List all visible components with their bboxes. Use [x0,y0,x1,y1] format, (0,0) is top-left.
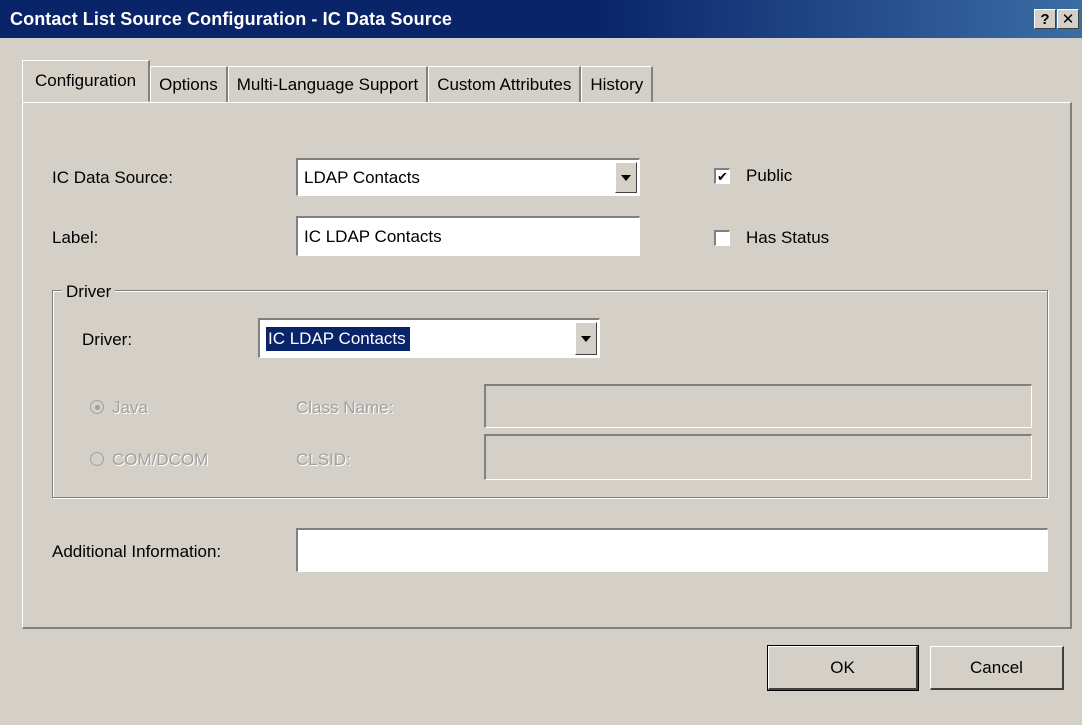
com-dcom-radio [90,452,104,466]
driver-label: Driver: [82,330,133,349]
tab-multi-language-support[interactable]: Multi-Language Support [227,66,429,102]
cancel-button[interactable]: Cancel [930,646,1064,690]
driver-dropdown-button[interactable] [575,322,597,355]
additional-information-label: Additional Information: [52,542,222,561]
driver-group-title: Driver [62,282,116,302]
help-button[interactable]: ? [1034,9,1056,29]
title-bar: Contact List Source Configuration - IC D… [0,0,1082,38]
tab-configuration[interactable]: Configuration [22,60,151,102]
tab-options[interactable]: Options [150,66,228,102]
driver-value: IC LDAP Contacts [266,326,410,351]
com-dcom-label: COM/DCOM [112,450,209,469]
class-name-input [484,384,1032,428]
public-checkbox[interactable]: ✔ [714,168,730,184]
class-name-label: Class Name: [296,398,394,417]
driver-combo[interactable]: IC LDAP Contacts [258,318,600,358]
additional-information-input[interactable] [296,528,1048,572]
java-label: Java [112,398,148,417]
window-title: Contact List Source Configuration - IC D… [10,8,453,29]
ok-button[interactable]: OK [767,645,919,691]
tab-custom-attributes[interactable]: Custom Attributes [428,66,582,102]
public-label: Public [746,166,793,185]
tab-history[interactable]: History [581,66,654,102]
tab-strip: Configuration Options Multi-Language Sup… [22,60,654,102]
label-input[interactable]: IC LDAP Contacts [296,216,640,256]
radio-selected-dot [94,404,100,410]
ic-data-source-value: LDAP Contacts [304,167,420,187]
has-status-label: Has Status [746,228,830,247]
chevron-down-icon [581,335,591,342]
ic-data-source-dropdown-button[interactable] [615,162,637,193]
clsid-label: CLSID: [296,450,351,469]
has-status-checkbox[interactable] [714,230,730,246]
label-label: Label: [52,228,99,247]
java-radio [90,400,104,414]
label-input-value: IC LDAP Contacts [304,226,442,246]
close-button[interactable]: ✕ [1057,9,1079,29]
clsid-input [484,434,1032,480]
ic-data-source-combo[interactable]: LDAP Contacts [296,158,640,196]
ic-data-source-label: IC Data Source: [52,168,173,187]
chevron-down-icon [621,174,631,181]
